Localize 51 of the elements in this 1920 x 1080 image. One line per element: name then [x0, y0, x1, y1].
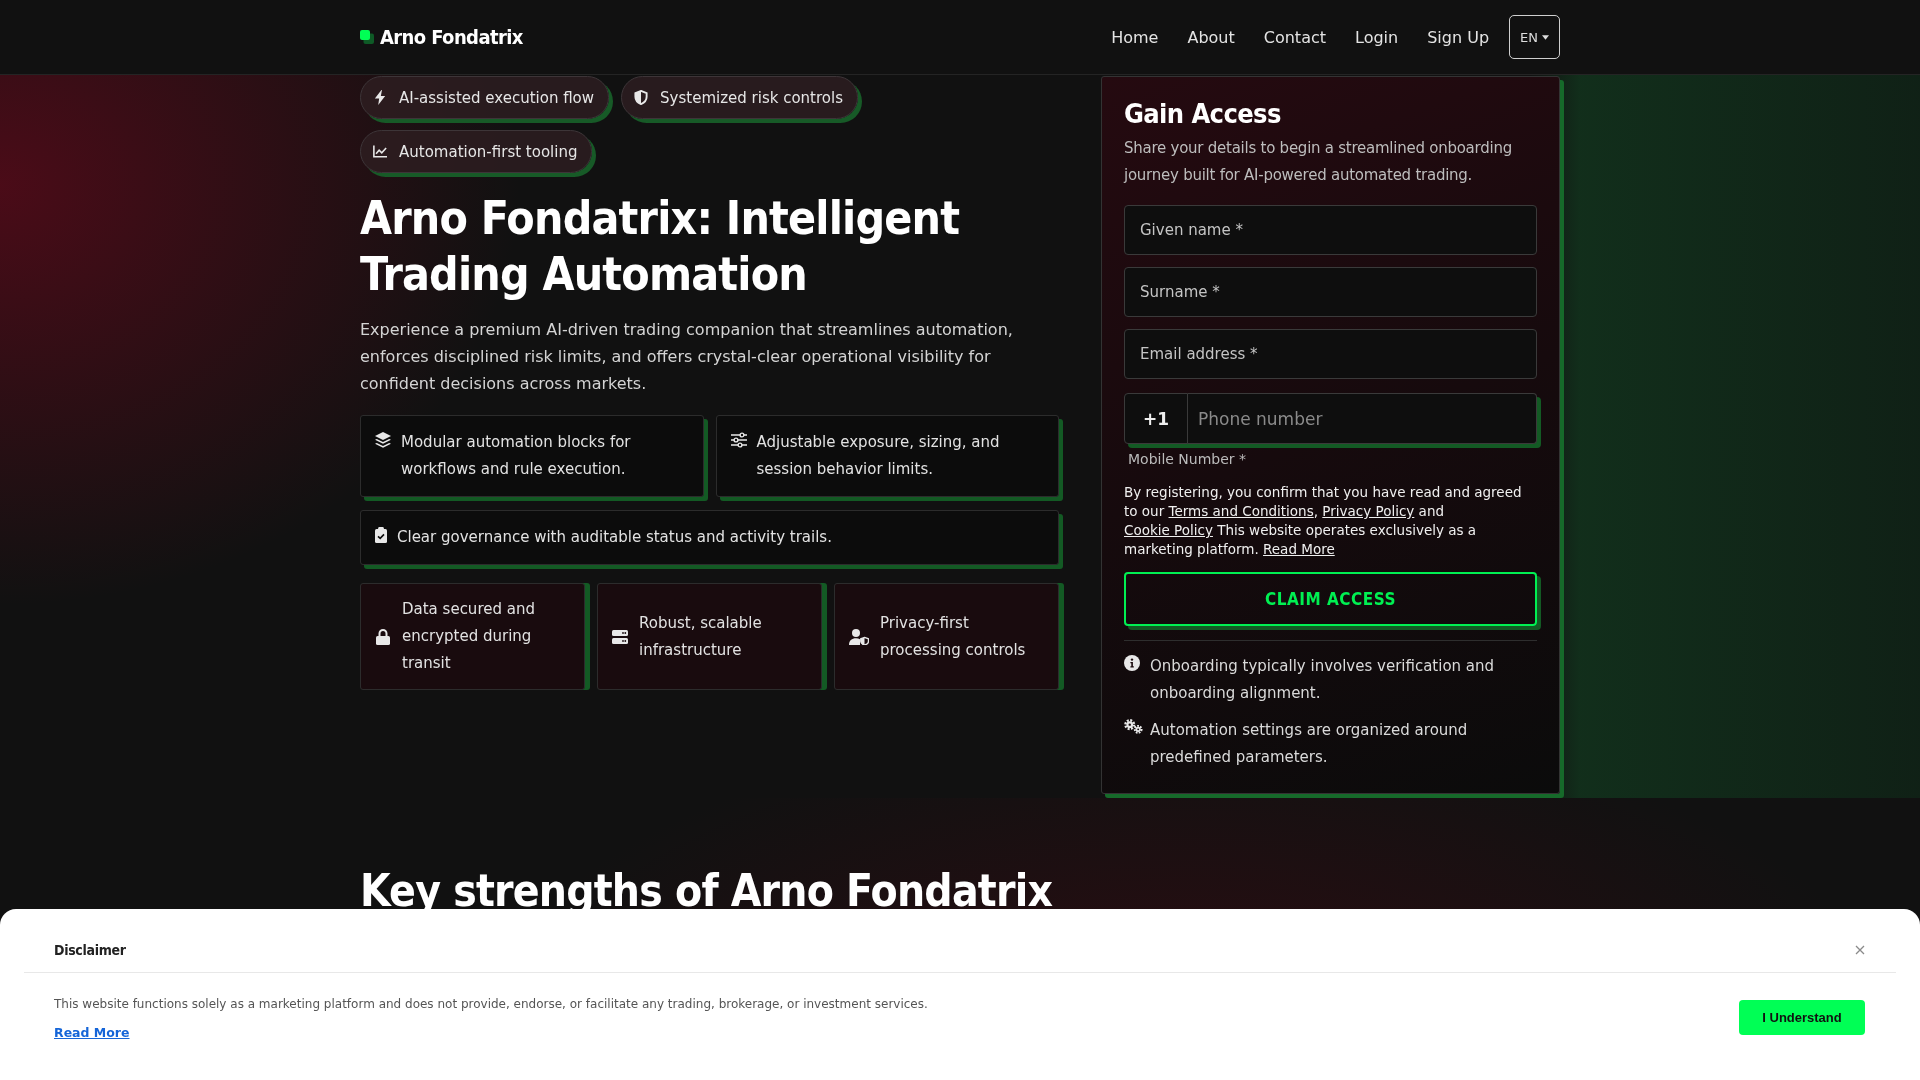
read-more-link[interactable]: Read More — [54, 1025, 130, 1040]
language-button[interactable]: EN — [1509, 15, 1560, 59]
input-field[interactable]: Email address * — [1124, 329, 1537, 379]
shield-icon — [634, 90, 649, 105]
understand-button[interactable]: I Understand — [1739, 1000, 1865, 1035]
close-icon — [1855, 945, 1865, 955]
consent-link[interactable]: Terms and Conditions — [1168, 503, 1314, 519]
nav-link[interactable]: Login — [1355, 27, 1399, 47]
layers-icon — [375, 432, 391, 448]
feature-text: Adjustable exposure, sizing, and session behavior limits. — [756, 432, 1001, 480]
input-field[interactable]: Surname * — [1124, 267, 1537, 317]
signup-subtitle: Share your details to begin a streamlined onboarding journey built for AI-powered automated trading. — [1124, 138, 1513, 186]
nav-link[interactable]: About — [1187, 27, 1235, 47]
consent-link[interactable]: Cookie Policy — [1124, 522, 1213, 538]
hero-title: Arno Fondatrix: Intelligent Trading Automation — [360, 190, 961, 302]
phone-field[interactable]: Phone number — [1188, 393, 1537, 444]
assurance-text: Data secured and encrypted during transit — [402, 599, 536, 674]
tag-text: Systemized risk controls — [660, 88, 843, 107]
lock-icon — [375, 628, 391, 645]
nav-link[interactable]: Sign Up — [1427, 27, 1490, 47]
assurance-text: Privacy-first processing controls — [880, 612, 1027, 661]
sliders-icon — [730, 432, 747, 448]
gears-icon — [1124, 719, 1143, 734]
note-text: Onboarding typically involves verification and onboarding alignment. — [1150, 656, 1496, 704]
info-icon — [1124, 655, 1140, 671]
section-title: Key strengths of Arno Fondatrix — [360, 864, 1054, 918]
assurance-text: Robust, scalable infrastructure — [639, 612, 763, 661]
tag-text: Automation-first tooling — [399, 142, 578, 161]
user-shield-icon — [849, 628, 869, 645]
signup-title: Gain Access — [1124, 97, 1282, 131]
tag-text: AI-assisted execution flow — [399, 88, 595, 107]
lightning-icon — [373, 90, 387, 105]
nav-link[interactable]: Contact — [1263, 27, 1326, 47]
line-chart-icon — [373, 144, 387, 159]
phone-label: Mobile Number * — [1128, 450, 1248, 468]
disclaimer-text: This website functions solely as a marketing platform and does not provide, endorse, or facilitate any trading, brokerage, or investment services. — [54, 996, 928, 1013]
disclaimer-title: Disclaimer — [54, 941, 126, 959]
feature-text: Clear governance with auditable status and activity trails. — [397, 527, 832, 548]
nav-link[interactable]: Home — [1111, 27, 1159, 47]
note-text: Automation settings are organized around predefined parameters. — [1150, 720, 1469, 768]
caret-icon — [1542, 34, 1549, 40]
logo-icon — [360, 30, 374, 44]
logo-link[interactable]: Arno Fondatrix — [360, 25, 523, 49]
input-field[interactable]: Given name * — [1124, 205, 1537, 255]
clipboard-check-icon — [375, 527, 387, 543]
consent-text: By registering, you confirm that you have read and agreed to our Terms and Conditions, Privacy Policy and Cookie Policy This website operates exclusively as a marketing platform. Read More — [1124, 483, 1523, 559]
consent-link[interactable]: Read More — [1263, 541, 1335, 557]
server-icon — [612, 628, 628, 645]
feature-text: Modular automation blocks for workflows and rule execution. — [401, 432, 632, 480]
hero-intro: Experience a premium AI-driven trading companion that streamlines automation, enforces disciplined risk limits, and offers crystal-clear operational visibility for confident decisions across markets. — [360, 319, 1014, 395]
consent-link[interactable]: Privacy Policy — [1322, 503, 1415, 519]
